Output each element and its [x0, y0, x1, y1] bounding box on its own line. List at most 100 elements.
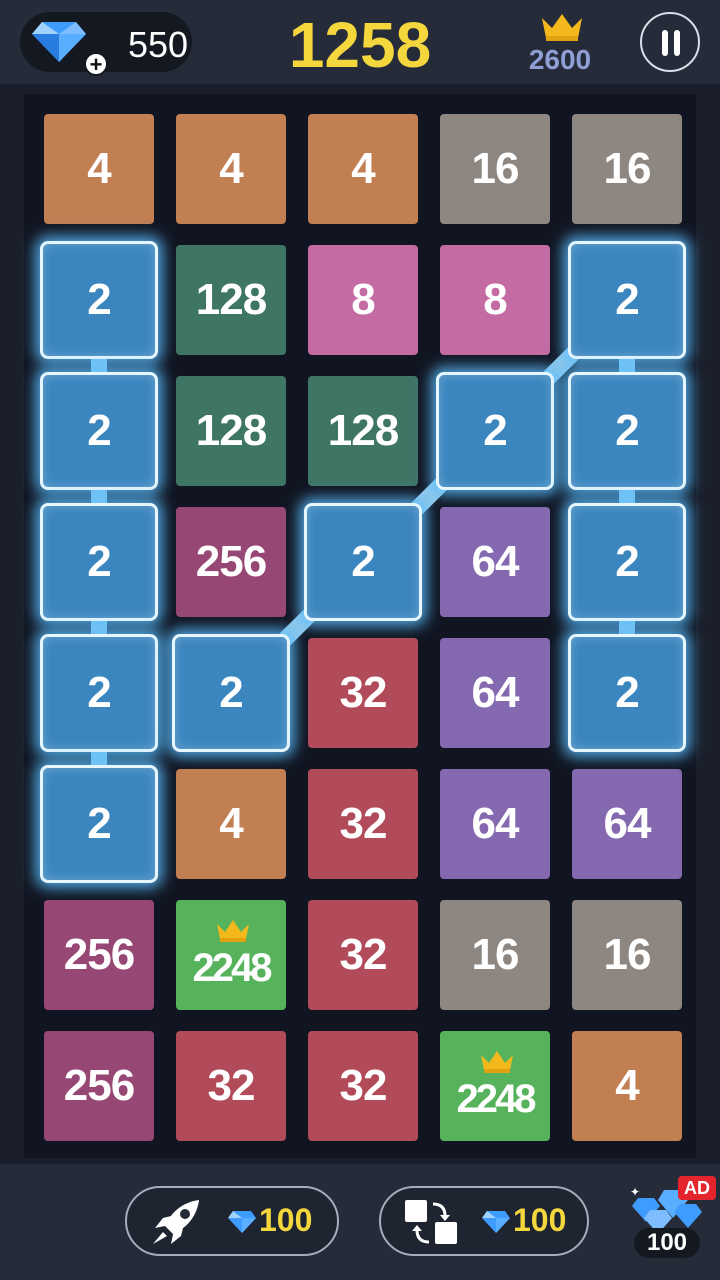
tile[interactable]: 64: [440, 769, 550, 879]
tile-value: 64: [603, 799, 652, 848]
tile-selected[interactable]: 2: [568, 241, 686, 359]
tile[interactable]: 4: [308, 114, 418, 224]
tile-value: 128: [327, 406, 399, 455]
crown-icon: [216, 908, 250, 953]
rocket-booster-button[interactable]: 100: [125, 1186, 339, 1256]
tile[interactable]: 16: [440, 114, 550, 224]
tile-selected[interactable]: 2: [568, 503, 686, 621]
tile-selected[interactable]: 2: [568, 372, 686, 490]
tile-selected[interactable]: 2: [436, 372, 554, 490]
tile[interactable]: 32: [308, 769, 418, 879]
crown-icon: [540, 12, 584, 47]
tile[interactable]: 8: [440, 245, 550, 355]
pause-icon: [662, 30, 668, 56]
svg-text:✦: ✦: [630, 1185, 640, 1199]
tile-value: 32: [207, 1061, 256, 1110]
tile-value: 2: [351, 537, 376, 586]
tile-selected[interactable]: 2: [568, 634, 686, 752]
gem-counter[interactable]: + 550: [20, 12, 192, 76]
tile-value: 2: [87, 275, 112, 324]
tile[interactable]: 32: [176, 1031, 286, 1141]
tile-selected[interactable]: 2: [304, 503, 422, 621]
tile[interactable]: 4: [176, 114, 286, 224]
tile[interactable]: 128: [176, 376, 286, 486]
tile[interactable]: 2248: [440, 1031, 550, 1141]
tile-value: 16: [471, 930, 520, 979]
tile[interactable]: 16: [572, 114, 682, 224]
tile[interactable]: 16: [440, 900, 550, 1010]
tile-value: 2: [615, 668, 640, 717]
swap-booster-button[interactable]: 100: [379, 1186, 589, 1256]
tile-value: 256: [63, 930, 135, 979]
tile-selected[interactable]: 2: [40, 765, 158, 883]
tile-value: 128: [195, 406, 267, 455]
tile-value: 64: [471, 799, 520, 848]
tile[interactable]: 64: [572, 769, 682, 879]
tile-value: 16: [603, 930, 652, 979]
tile-selected[interactable]: 2: [40, 241, 158, 359]
tile-value: 32: [339, 799, 388, 848]
tile-selected[interactable]: 2: [40, 634, 158, 752]
tile-value: 8: [483, 275, 508, 324]
tile-value: 4: [219, 799, 244, 848]
tile[interactable]: 128: [308, 376, 418, 486]
tile-value: 4: [351, 144, 376, 193]
booster-bar: 100 100 ✦ AD 100: [0, 1164, 720, 1280]
tile-value: 2: [87, 799, 112, 848]
tile-value: 2: [615, 537, 640, 586]
tile-value: 2: [219, 668, 244, 717]
gem-icon: [227, 1210, 257, 1239]
tile[interactable]: 2248: [176, 900, 286, 1010]
tile-value: 4: [219, 144, 244, 193]
tile-value: 32: [339, 668, 388, 717]
tile[interactable]: 32: [308, 900, 418, 1010]
tile-value: 64: [471, 668, 520, 717]
rocket-icon: [149, 1196, 205, 1253]
pause-icon: [674, 30, 680, 56]
tile-value: 4: [87, 144, 112, 193]
tile-value: 256: [63, 1061, 135, 1110]
plus-icon[interactable]: +: [84, 52, 108, 76]
ad-badge: AD: [678, 1176, 716, 1200]
ad-reward-count: 100: [634, 1228, 700, 1258]
tile[interactable]: 32: [308, 638, 418, 748]
tile[interactable]: 4: [44, 114, 154, 224]
tile[interactable]: 64: [440, 638, 550, 748]
tile-selected[interactable]: 2: [172, 634, 290, 752]
crown-icon: [480, 1039, 514, 1084]
tile[interactable]: 256: [44, 1031, 154, 1141]
tile-value: 32: [339, 1061, 388, 1110]
tile[interactable]: 256: [176, 507, 286, 617]
tile-value: 2: [87, 668, 112, 717]
pause-button[interactable]: [640, 12, 700, 72]
tile-value: 4: [615, 1061, 640, 1110]
gem-icon: [30, 20, 88, 69]
gem-icon: [481, 1210, 511, 1239]
tile-value: 2: [87, 537, 112, 586]
tile-value: 2: [615, 406, 640, 455]
tile-value: 2: [87, 406, 112, 455]
tile[interactable]: 8: [308, 245, 418, 355]
tile[interactable]: 4: [572, 1031, 682, 1141]
tile[interactable]: 4: [176, 769, 286, 879]
current-score: 1258: [288, 9, 432, 81]
rocket-cost: 100: [259, 1202, 313, 1238]
tile-value: 64: [471, 537, 520, 586]
game-board[interactable]: 4 4 4 16 16 2 128 8 8 2 2 128 128 2 2 2 256 2 64 2 2 2 32 64 2 2 4…: [24, 94, 696, 1158]
tile-selected[interactable]: 2: [40, 503, 158, 621]
tile[interactable]: 128: [176, 245, 286, 355]
tile-value: 2: [483, 406, 508, 455]
tile[interactable]: 32: [308, 1031, 418, 1141]
tile-value: 128: [195, 275, 267, 324]
tile-selected[interactable]: 2: [40, 372, 158, 490]
tile[interactable]: 16: [572, 900, 682, 1010]
swap-cost: 100: [513, 1202, 567, 1238]
tile[interactable]: 256: [44, 900, 154, 1010]
tile[interactable]: 64: [440, 507, 550, 617]
top-bar: + 550 1258 2600: [0, 0, 720, 84]
tile-value: 16: [471, 144, 520, 193]
tile-value: 2: [615, 275, 640, 324]
gem-count: 550: [128, 24, 189, 65]
tile-value: 256: [195, 537, 267, 586]
tile-value: 16: [603, 144, 652, 193]
